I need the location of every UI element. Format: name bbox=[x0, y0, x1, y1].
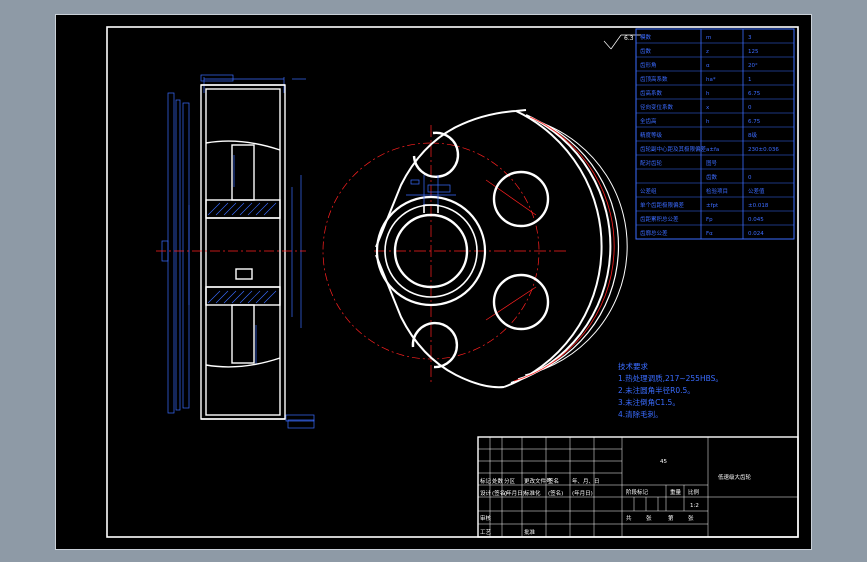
param-val: 公差值 bbox=[748, 187, 765, 195]
param-val: 1 bbox=[748, 77, 752, 83]
roughness-symbol bbox=[603, 34, 641, 50]
param-sym: h bbox=[706, 119, 710, 125]
param-sym: Fα bbox=[706, 231, 713, 237]
scale-value: 1:2 bbox=[690, 503, 699, 509]
param-val: ±0.018 bbox=[748, 203, 769, 209]
weight-header: 重量 bbox=[670, 488, 682, 496]
title-block-cell: 批准 bbox=[524, 528, 536, 536]
scale-header: 比例 bbox=[688, 488, 700, 496]
param-table: 模数 m 3 齿数 z 125 齿形角 α 20° 齿顶高系数 ha* 1 齿高系数 h 6.75 径向变位系… bbox=[635, 28, 795, 240]
tech-heading: 技术要求 bbox=[618, 361, 648, 371]
param-name: 精度等级 bbox=[640, 131, 663, 139]
stage-header: 阶段标记 bbox=[626, 488, 649, 496]
title-block-cell: 审核 bbox=[480, 514, 492, 522]
param-val: 0.024 bbox=[748, 231, 764, 237]
title-block-cell: (年月日) bbox=[572, 489, 593, 497]
param-name: 齿轮副中心距及其极限偏差 bbox=[640, 145, 707, 153]
title-block-cell: (年月日) bbox=[504, 489, 525, 497]
sheet-label: 第 bbox=[668, 514, 674, 522]
sheet-label: 共 bbox=[626, 514, 632, 522]
param-sym: m bbox=[706, 35, 711, 41]
param-name: 齿廓总公差 bbox=[640, 229, 668, 237]
param-val: 6.75 bbox=[748, 119, 761, 125]
param-name: 齿形角 bbox=[640, 61, 657, 69]
param-name: 模数 bbox=[640, 33, 652, 41]
param-sym: 检验项目 bbox=[706, 187, 728, 195]
tech-item: 1.热处理调质,217~255HBS。 bbox=[618, 373, 723, 383]
drawing-border bbox=[106, 26, 799, 538]
roughness-value: 6.3 bbox=[624, 35, 634, 42]
title-block-cell: 年、月、日 bbox=[572, 477, 600, 485]
sheet-label: 张 bbox=[646, 514, 652, 522]
param-name: 单个齿距极限偏差 bbox=[640, 201, 685, 209]
param-sym: a±fa bbox=[706, 147, 719, 153]
param-val: 0.045 bbox=[748, 217, 764, 223]
param-name: 齿数 bbox=[640, 47, 652, 55]
front-view bbox=[322, 109, 628, 389]
param-val: 3 bbox=[748, 35, 752, 41]
tech-item: 3.未注倒角C1.5。 bbox=[618, 397, 680, 407]
param-val: 230±0.036 bbox=[748, 147, 779, 153]
title-block-cell: (签名) bbox=[548, 489, 563, 497]
param-val: 6.75 bbox=[748, 91, 761, 97]
param-sym: z bbox=[706, 49, 709, 55]
title-block-cell: 标准化 bbox=[524, 489, 541, 497]
title-block-cell: 处数 bbox=[492, 477, 504, 485]
drawing-title: 低速级大齿轮 bbox=[718, 473, 752, 481]
title-block-cell: 分区 bbox=[504, 477, 516, 485]
param-val: 8级 bbox=[748, 131, 757, 139]
param-name: 配对齿轮 bbox=[640, 159, 663, 167]
sheet-label: 张 bbox=[688, 514, 694, 522]
param-name: 全齿高 bbox=[640, 117, 657, 125]
param-name: 公差组 bbox=[640, 187, 657, 195]
param-sym: h bbox=[706, 91, 710, 97]
title-block-cell: 设计 bbox=[480, 489, 492, 497]
title-block-cell: 工艺 bbox=[480, 529, 492, 536]
param-sym: 齿数 bbox=[706, 173, 718, 181]
material-mark: 45 bbox=[660, 459, 667, 465]
tech-item: 2.未注圆角半径R0.5。 bbox=[618, 385, 695, 395]
title-block-cell: 签名 bbox=[548, 477, 559, 485]
param-name: 齿顶高系数 bbox=[640, 75, 668, 83]
param-val: 125 bbox=[748, 49, 759, 55]
cad-viewport[interactable]: 6.3 模数 m 3 齿数 z 125 齿形角 α 20° 齿顶高系数 ha* 1 齿高系数 h 6.75 径… bbox=[55, 14, 812, 550]
section-view bbox=[161, 74, 315, 429]
param-val: 20° bbox=[748, 63, 758, 69]
gear-drawing: 6.3 模数 m 3 齿数 z 125 齿形角 α 20° 齿顶高系数 ha* 1 齿高系数 h 6.75 径… bbox=[106, 26, 799, 538]
tech-requirements: 技术要求 1.热处理调质,217~255HBS。 2.未注圆角半径R0.5。 3… bbox=[618, 361, 723, 419]
param-val: 0 bbox=[748, 105, 752, 111]
param-sym: α bbox=[706, 63, 710, 69]
param-sym: ±fpt bbox=[706, 203, 719, 209]
param-sym: ha* bbox=[706, 77, 716, 83]
param-name: 齿高系数 bbox=[640, 89, 663, 97]
param-sym: x bbox=[706, 105, 710, 111]
title-block-cell: 标记 bbox=[480, 477, 492, 485]
tech-item: 4.清除毛刺。 bbox=[618, 409, 663, 419]
param-val: 0 bbox=[748, 175, 752, 181]
param-name: 齿距累积总公差 bbox=[640, 215, 679, 223]
title-block: 45 低速级大齿轮 1:2 标记 处数 分区 更改文件号签名 年、月、日设计 (签名)(年… bbox=[477, 436, 799, 538]
param-sym: Fp bbox=[706, 217, 713, 223]
param-sym: 图号 bbox=[706, 159, 718, 167]
param-name: 径向变位系数 bbox=[640, 103, 674, 111]
